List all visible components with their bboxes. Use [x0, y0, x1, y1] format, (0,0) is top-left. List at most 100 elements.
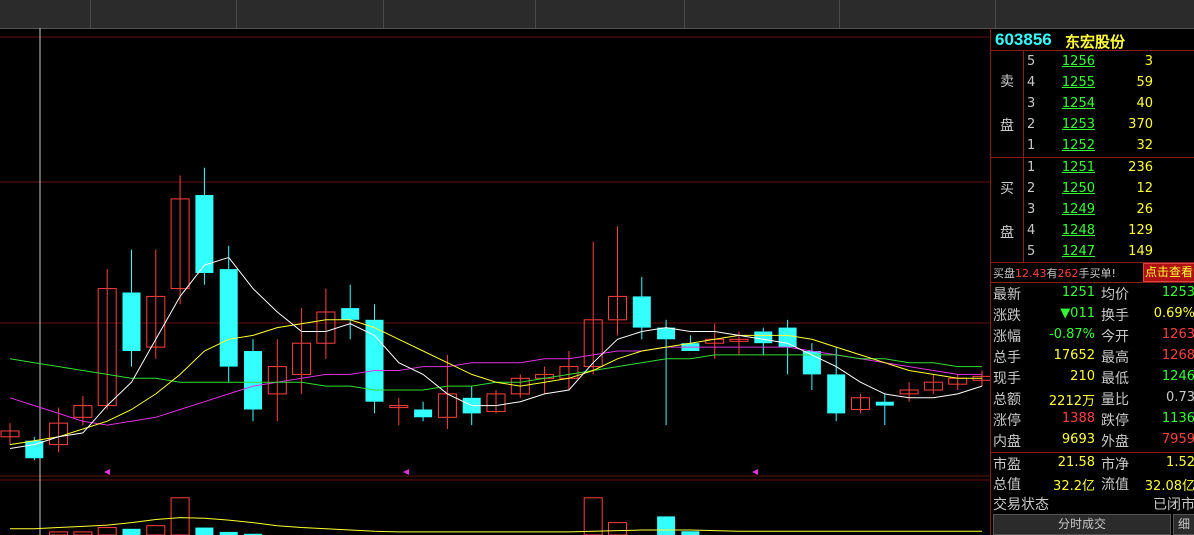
trade-status-value: 已闭市: [1153, 497, 1194, 513]
volume-bar: [608, 522, 627, 535]
quote-label: 现手: [993, 371, 1021, 387]
candle-body: [778, 327, 797, 348]
volume-bar: [146, 525, 166, 535]
quote-row: 涨跌 ▼011 换手 0.69%: [991, 305, 1194, 326]
quote-row: 最新 1251 均价 1253: [991, 284, 1194, 305]
candle-body: [122, 292, 141, 351]
level-number: 4: [1027, 223, 1036, 238]
volume-bar: [583, 497, 603, 535]
marker-arrow: [104, 469, 110, 475]
quote-row: 涨停 1388 跌停 1136: [991, 410, 1194, 431]
candle-body: [657, 327, 676, 340]
level-price[interactable]: 1255: [1051, 72, 1095, 93]
level-volume: 129: [1128, 223, 1153, 238]
quote-value: 7959: [1161, 432, 1194, 447]
quote-value: 1246: [1161, 369, 1194, 384]
sell-level-row[interactable]: 4 1255 59: [991, 72, 1194, 93]
sell-level-row[interactable]: 5 1256 3: [991, 51, 1194, 72]
fundamental-value: 32.2亿: [1053, 479, 1095, 494]
level-price[interactable]: 1252: [1051, 135, 1095, 156]
buy-level-row[interactable]: 1 1251 236: [991, 157, 1194, 178]
big-order-note: 买盘12.43有262手买单!: [993, 267, 1116, 280]
fundamental-label: 流值: [1101, 477, 1129, 493]
quote-value: 17652: [1053, 348, 1095, 363]
sell-level-row[interactable]: 1 1252 32: [991, 135, 1194, 156]
level-number: 4: [1027, 75, 1036, 90]
candle-body: [341, 308, 360, 320]
level-price[interactable]: 1256: [1051, 51, 1095, 72]
kline-chart[interactable]: [0, 28, 990, 535]
level-volume: 32: [1136, 138, 1153, 153]
level-volume: 40: [1136, 96, 1153, 111]
detail-button[interactable]: 细: [1173, 514, 1194, 535]
quote-label: 总手: [993, 350, 1021, 366]
buy-level-row[interactable]: 2 1250 12: [991, 178, 1194, 199]
fundamental-row: 市盈 21.58 市净 1.52: [991, 454, 1194, 474]
volume-bar: [657, 516, 676, 535]
quote-label: 总额: [993, 392, 1021, 408]
level-number: 1: [1027, 160, 1036, 175]
level-price[interactable]: 1247: [1051, 241, 1095, 262]
level-price[interactable]: 1254: [1051, 93, 1095, 114]
quote-value: 1268: [1161, 348, 1194, 363]
quote-label: 最低: [1101, 371, 1129, 387]
volume-bar: [195, 527, 214, 535]
quote-row: 现手 210 最低 1246: [991, 368, 1194, 389]
sell-level-row[interactable]: 2 1253 370: [991, 114, 1194, 135]
level-number: 3: [1027, 96, 1036, 111]
quote-value: 0.73: [1166, 390, 1194, 405]
candle-body: [414, 409, 433, 418]
quote-label: 外盘: [1101, 434, 1129, 450]
level-number: 5: [1027, 244, 1036, 259]
buy-level-row[interactable]: 5 1247 149: [991, 241, 1194, 262]
candle-body: [875, 401, 894, 406]
quote-value: ▼011: [1060, 306, 1095, 321]
quote-label: 涨跌: [993, 308, 1021, 324]
quote-value: 1136: [1161, 411, 1194, 426]
fundamental-value: 21.58: [1057, 455, 1095, 470]
kline-chart-svg[interactable]: [0, 28, 990, 535]
candle-body: [754, 331, 773, 344]
level-number: 2: [1027, 181, 1036, 196]
view-detail-button[interactable]: 点击查看: [1143, 263, 1194, 282]
level-price[interactable]: 1253: [1051, 114, 1095, 135]
quote-value: 1388: [1061, 411, 1095, 426]
level-price[interactable]: 1251: [1051, 157, 1095, 178]
quote-value: 1253: [1161, 285, 1194, 300]
quote-row: 总额 2212万 量比 0.73: [991, 389, 1194, 410]
volume-bar: [97, 527, 117, 535]
quote-label: 内盘: [993, 434, 1021, 450]
level-volume: 370: [1128, 117, 1153, 132]
quote-value: 2212万: [1048, 394, 1095, 409]
marker-arrow: [752, 469, 758, 475]
quote-row: 总手 17652 最高 1268: [991, 347, 1194, 368]
candle-body: [195, 195, 214, 273]
quote-label: 最高: [1101, 350, 1129, 366]
quote-label: 跌停: [1101, 413, 1129, 429]
stock-name: 东宏股份: [1065, 33, 1126, 51]
level-price[interactable]: 1248: [1051, 220, 1095, 241]
level-number: 3: [1027, 202, 1036, 217]
level-price[interactable]: 1249: [1051, 199, 1095, 220]
quote-value: 9693: [1061, 432, 1095, 447]
buy-level-row[interactable]: 4 1248 129: [991, 220, 1194, 241]
level-volume: 12: [1136, 181, 1153, 196]
quote-label: 量比: [1101, 392, 1129, 408]
level-price[interactable]: 1250: [1051, 178, 1095, 199]
quote-value: 1251: [1061, 285, 1095, 300]
level-number: 5: [1027, 54, 1036, 69]
tick-trades-button[interactable]: 分时成交: [993, 514, 1171, 535]
top-toolbar: [0, 0, 1194, 29]
quote-row: 内盘 9693 外盘 7959: [991, 431, 1194, 452]
level-number: 1: [1027, 138, 1036, 153]
level-volume: 149: [1128, 244, 1153, 259]
level-number: 2: [1027, 117, 1036, 132]
buy-level-row[interactable]: 3 1249 26: [991, 199, 1194, 220]
fundamental-label: 市盈: [993, 457, 1021, 473]
quote-label: 涨幅: [993, 329, 1021, 345]
volume-bar: [170, 497, 190, 535]
sell-level-row[interactable]: 3 1254 40: [991, 93, 1194, 114]
candle-body: [25, 440, 44, 459]
fundamental-value: 1.52: [1166, 455, 1194, 470]
fundamental-label: 市净: [1101, 457, 1129, 473]
